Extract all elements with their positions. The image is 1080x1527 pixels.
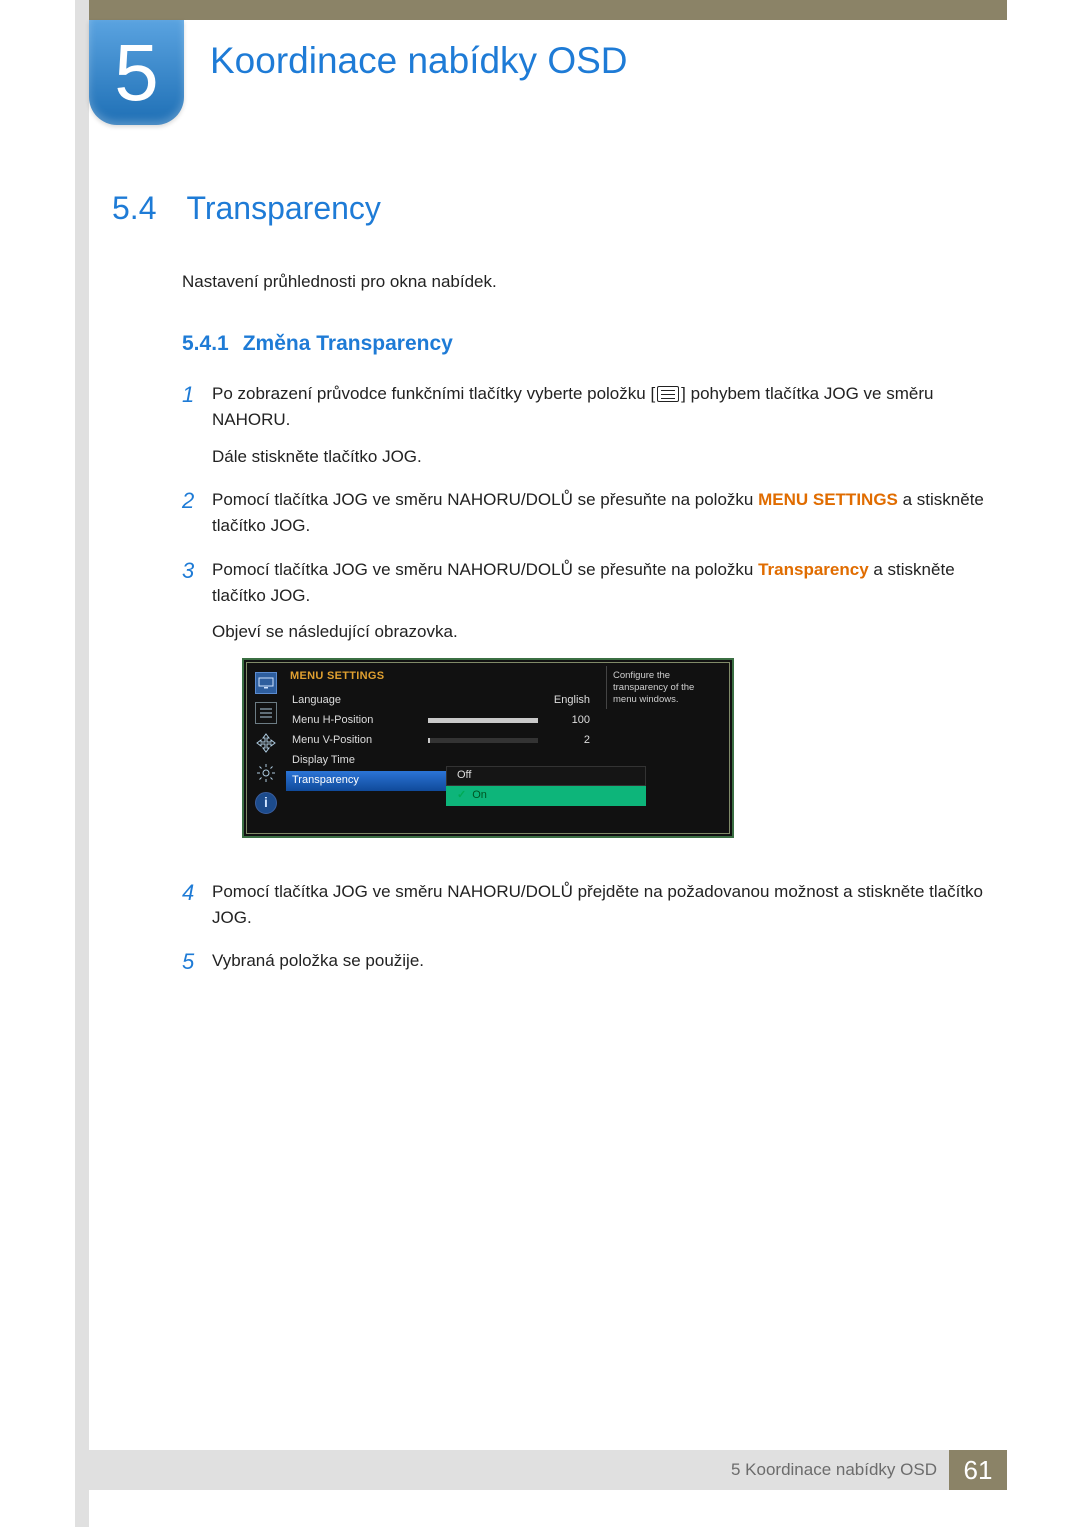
subsection-title: Změna Transparency xyxy=(243,332,453,355)
footer-label: 5 Koordinace nabídky OSD xyxy=(731,1460,949,1480)
step-2: 2 Pomocí tlačítka JOG ve směru NAHORU/DO… xyxy=(182,484,990,540)
osd-label: Language xyxy=(292,692,546,709)
osd-help-text: Configure the transparency of the menu w… xyxy=(606,666,726,710)
osd-row-vpos: Menu V-Position 2 xyxy=(286,731,602,751)
move-icon xyxy=(255,732,277,754)
step-extra: Objeví se následující obrazovka. xyxy=(212,619,990,645)
osd-dropdown: Off ✓On xyxy=(446,766,646,806)
section-title: Transparency xyxy=(186,190,380,226)
osd-row-hpos: Menu H-Position 100 xyxy=(286,711,602,731)
subsection-header: 5.4.1 Změna Transparency xyxy=(182,332,990,356)
step-text: Pomocí tlačítka JOG ve směru NAHORU/DOLŮ… xyxy=(212,560,758,579)
step-number: 5 xyxy=(182,945,212,979)
keyword-transparency: Transparency xyxy=(758,560,869,579)
list-icon xyxy=(255,702,277,724)
keyword-menu-settings: MENU SETTINGS xyxy=(758,490,898,509)
step-number: 2 xyxy=(182,484,212,540)
osd-row-language: Language English xyxy=(286,691,602,711)
step-number: 4 xyxy=(182,876,212,932)
section-header: 5.4 Transparency xyxy=(112,190,990,227)
osd-label: Menu H-Position xyxy=(292,712,428,729)
step-4: 4 Pomocí tlačítka JOG ve směru NAHORU/DO… xyxy=(182,876,990,932)
osd-option-on: ✓On xyxy=(446,786,646,806)
step-extra: Dále stiskněte tlačítko JOG. xyxy=(212,444,990,470)
osd-option-off: Off xyxy=(446,766,646,786)
step-number: 1 xyxy=(182,378,212,470)
osd-title: MENU SETTINGS xyxy=(286,666,602,691)
step-text: Pomocí tlačítka JOG ve směru NAHORU/DOLŮ… xyxy=(212,882,983,927)
page-number: 61 xyxy=(949,1450,1007,1490)
step-5: 5 Vybraná položka se použije. xyxy=(182,945,990,979)
osd-label: Menu V-Position xyxy=(292,732,428,749)
subsection-number: 5.4.1 xyxy=(182,332,229,355)
step-number: 3 xyxy=(182,554,212,862)
step-1: 1 Po zobrazení průvodce funkčními tlačít… xyxy=(182,378,990,470)
osd-screenshot: i MENU SETTINGS Language English Menu H-… xyxy=(242,658,734,838)
info-icon: i xyxy=(255,792,277,814)
osd-sidebar: i xyxy=(250,666,282,830)
step-3: 3 Pomocí tlačítka JOG ve směru NAHORU/DO… xyxy=(182,554,990,862)
step-text: Pomocí tlačítka JOG ve směru NAHORU/DOLŮ… xyxy=(212,490,758,509)
step-text: Vybraná položka se použije. xyxy=(212,951,424,970)
osd-value: 100 xyxy=(546,712,596,729)
left-gutter xyxy=(75,0,89,1527)
section-intro: Nastavení průhlednosti pro okna nabídek. xyxy=(182,272,990,292)
top-accent-bar xyxy=(75,0,1007,20)
chapter-number-badge: 5 xyxy=(89,20,184,125)
monitor-icon xyxy=(255,672,277,694)
osd-value: 2 xyxy=(546,732,596,749)
chapter-title: Koordinace nabídky OSD xyxy=(210,40,628,82)
check-icon: ✓ xyxy=(457,787,466,804)
menu-icon xyxy=(657,386,679,402)
section-number: 5.4 xyxy=(112,190,182,227)
step-text: Po zobrazení průvodce funkčními tlačítky… xyxy=(212,384,655,403)
osd-value: English xyxy=(546,692,596,709)
footer: 5 Koordinace nabídky OSD 61 xyxy=(75,1450,1007,1490)
gear-icon xyxy=(255,762,277,784)
